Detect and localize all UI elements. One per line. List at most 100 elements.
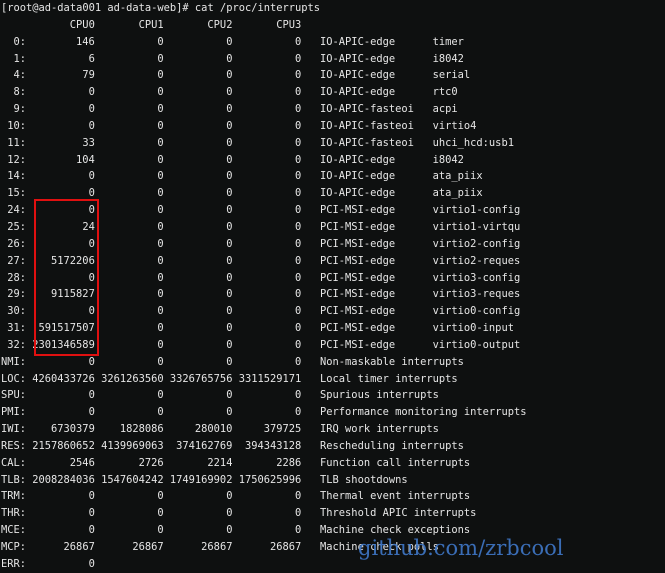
irq-label: 24: (7, 204, 27, 217)
irq-description: Non-maskable interrupts (320, 355, 464, 368)
irq-label: LOC: (1, 372, 27, 385)
cpu-count: 0 (295, 153, 302, 166)
irq-chip: IO-APIC-edge (320, 86, 396, 99)
interrupt-row: 1: 6 0 0 0 IO-APIC-edge i8042 (1, 51, 665, 68)
cpu-count: 6730379 (51, 423, 95, 436)
cpu-count: 0 (157, 170, 164, 183)
irq-device: uhci_hcd:usb1 (432, 136, 514, 149)
interrupt-row: 8: 0 0 0 0 IO-APIC-edge rtc0 (1, 84, 665, 101)
cpu-count: 0 (226, 187, 233, 200)
interrupt-row: 12: 104 0 0 0 IO-APIC-edge i8042 (1, 152, 665, 169)
interrupt-row: ERR: 0 (1, 556, 665, 573)
irq-description: Machine check exceptions (320, 524, 471, 537)
cpu-count: 0 (88, 557, 95, 570)
irq-label: 25: (7, 220, 27, 233)
irq-label: 1: (13, 52, 27, 65)
cpu-count: 0 (295, 35, 302, 48)
irq-device: virtio4 (432, 119, 477, 132)
cpu-count: 0 (295, 170, 302, 183)
cpu-count: 394343128 (244, 439, 302, 452)
irq-label: THR: (1, 507, 27, 520)
cpu-count: 0 (295, 507, 302, 520)
interrupt-row: PMI: 0 0 0 0 Performance monitoring interrupt… (1, 404, 665, 421)
cpu-count: 0 (226, 220, 233, 233)
interrupt-row: TLB: 2008284036 1547604242 1749169902 175062… (1, 472, 665, 489)
cpu-count: 26867 (201, 541, 233, 553)
cpu-count: 0 (157, 237, 164, 250)
cpu-count: 1749169902 (169, 473, 233, 486)
cpu-count: 1828086 (119, 423, 164, 436)
cpu-count: 0 (295, 220, 302, 233)
cpu-count: 0 (157, 389, 164, 402)
watermark: github.com/zrbcool (358, 536, 564, 560)
cpu-count: 0 (157, 187, 164, 200)
cpu-count: 0 (88, 490, 95, 503)
cpu-count: 0 (295, 305, 302, 318)
cpu-count: 26867 (269, 541, 302, 553)
cpu-count: 0 (226, 490, 233, 503)
interrupt-row: CAL: 2546 2726 2214 2286 Function call interr… (1, 455, 665, 472)
irq-chip: IO-APIC-edge (320, 153, 396, 166)
cpu-count: 0 (157, 524, 164, 537)
irq-label: 27: (7, 254, 27, 267)
cpu-count: 0 (226, 507, 233, 520)
irq-device: virtio1-virtqu (432, 220, 521, 233)
cpu-count: 0 (295, 204, 302, 217)
cpu-count: 0 (226, 35, 233, 48)
irq-label: ERR: (1, 557, 27, 570)
cpu-count: 0 (157, 220, 164, 233)
interrupt-row: 14: 0 0 0 0 IO-APIC-edge ata_piix (1, 168, 665, 185)
interrupt-row: 10: 0 0 0 0 IO-APIC-fasteoi virtio4 (1, 118, 665, 135)
cpu-count: 146 (76, 35, 95, 48)
cpu-count: 26867 (132, 541, 164, 553)
interrupt-row: NMI: 0 0 0 0 Non-maskable interrupts (1, 354, 665, 371)
irq-label: MCE: (1, 524, 27, 537)
irq-device: serial (432, 69, 471, 82)
irq-description: Spurious interrupts (320, 389, 439, 402)
irq-device: timer (432, 35, 464, 48)
irq-label: 8: (13, 86, 27, 99)
cpu-count: 0 (88, 389, 95, 402)
irq-device: virtio0-output (432, 338, 521, 351)
cpu-count: 2214 (207, 456, 233, 469)
irq-chip: PCI-MSI-edge (320, 338, 396, 351)
irq-chip: PCI-MSI-edge (320, 220, 396, 233)
cpu-count: 280010 (194, 423, 233, 436)
irq-description: Threshold APIC interrupts (320, 507, 477, 520)
irq-label: 28: (7, 271, 27, 284)
cpu-header-2: CPU2 (207, 18, 233, 31)
interrupt-row: 0: 146 0 0 0 IO-APIC-edge timer (1, 34, 665, 51)
interrupt-row: 30: 0 0 0 0 PCI-MSI-edge virtio0-config (1, 303, 665, 320)
interrupt-row: 27: 5172206 0 0 0 PCI-MSI-edge virtio2-reques (1, 253, 665, 270)
cpu-count: 0 (226, 153, 233, 166)
cpu-count: 3261263560 (101, 372, 164, 385)
irq-description: Performance monitoring interrupts (320, 406, 527, 419)
irq-device: virtio1-config (432, 204, 521, 217)
cpu-count: 0 (157, 305, 164, 318)
cpu-count: 4260433726 (32, 372, 95, 385)
cpu-count: 0 (157, 271, 164, 284)
cpu-count: 0 (226, 254, 233, 267)
cpu-count: 0 (226, 322, 233, 335)
cpu-count: 0 (157, 338, 164, 351)
interrupt-row: RES: 2157860652 4139969063 374162769 3943431… (1, 438, 665, 455)
cpu-count: 379725 (263, 423, 302, 436)
irq-description: Thermal event interrupts (320, 490, 471, 503)
irq-label: 31: (7, 322, 27, 335)
terminal-output[interactable]: [root@ad-data001 ad-data-web]# cat /proc… (1, 0, 665, 573)
irq-device: virtio0-input (432, 322, 514, 335)
irq-chip: IO-APIC-edge (320, 187, 396, 200)
cpu-count: 0 (157, 119, 164, 132)
cpu-count: 2546 (69, 456, 95, 469)
irq-description: Function call interrupts (320, 456, 471, 469)
interrupt-row: THR: 0 0 0 0 Threshold APIC interrupts (1, 505, 665, 522)
interrupt-row: 31: 591517507 0 0 0 PCI-MSI-edge virtio0-input (1, 320, 665, 337)
cpu-header-0: CPU0 (69, 18, 95, 31)
interrupt-row: LOC: 4260433726 3261263560 3326765756 331152… (1, 371, 665, 388)
cpu-header-3: CPU3 (276, 18, 302, 31)
cpu-count: 0 (226, 119, 233, 132)
cpu-count: 2008284036 (32, 473, 95, 486)
cpu-count: 2157860652 (32, 439, 95, 452)
irq-description: Local timer interrupts (320, 372, 458, 385)
irq-label: RES: (1, 439, 27, 452)
